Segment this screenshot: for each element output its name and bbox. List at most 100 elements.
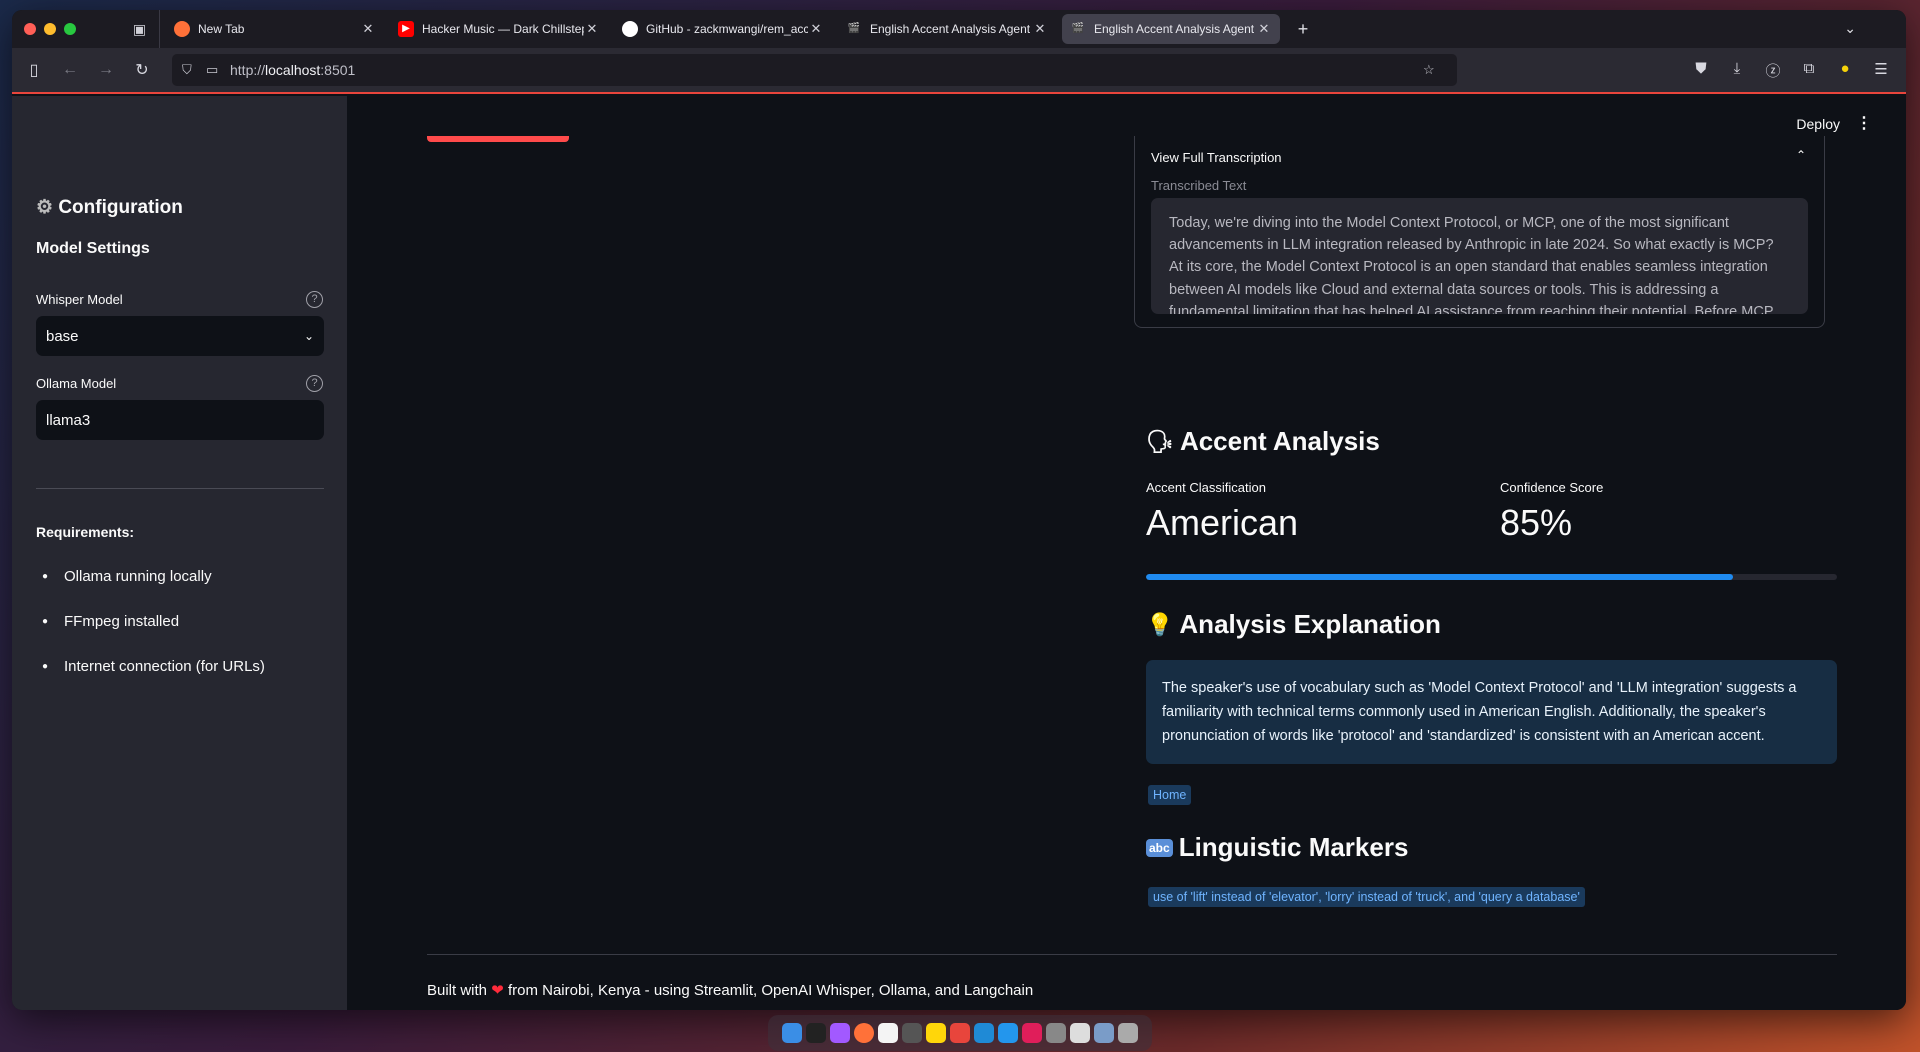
sidebar: ⚙ Configuration Model Settings Whisper M…: [12, 96, 347, 1010]
firefox-icon[interactable]: [854, 1023, 874, 1043]
footer-text: Built with ❤ from Nairobi, Kenya - using…: [427, 982, 1034, 999]
shield-icon[interactable]: ⛉: [182, 62, 206, 78]
back-icon[interactable]: ←: [52, 61, 88, 79]
sidebar-toggle-icon[interactable]: ▯: [16, 60, 52, 80]
navigation-bar: ▯ ← → ↻ ⛉ ▭ http://localhost:8501 ☆ ⛊ ⤓ …: [12, 48, 1906, 94]
requirements-list: ● Ollama running locally ● FFmpeg installe…: [36, 554, 265, 689]
transcription-expander: View Full Transcription ⌃ Transcribed Te…: [1134, 136, 1825, 328]
close-icon[interactable]: ✕: [1032, 21, 1048, 37]
extensions-icon[interactable]: ⧉: [1794, 60, 1824, 81]
speaking-head-icon: 🗣: [1146, 428, 1174, 454]
chevron-down-icon: ⌄: [303, 329, 314, 343]
app-icon[interactable]: [950, 1023, 970, 1043]
whisper-model-select[interactable]: base ⌄: [36, 316, 324, 356]
reload-icon[interactable]: ↻: [124, 60, 160, 80]
github-icon: [622, 21, 638, 37]
macos-dock: [768, 1015, 1152, 1051]
browser-window: ▣ New Tab ✕ ▶ Hacker Music — Dark Chills…: [12, 10, 1906, 1010]
app-icon[interactable]: [1094, 1023, 1114, 1043]
tab-list-icon[interactable]: ▣: [120, 10, 160, 48]
accent-classification-label: Accent Classification: [1146, 480, 1266, 495]
tab-hacker-music[interactable]: ▶ Hacker Music — Dark Chillstep P ✕: [390, 14, 608, 44]
confidence-score-label: Confidence Score: [1500, 480, 1604, 495]
finder-icon[interactable]: [782, 1023, 802, 1043]
notes-icon[interactable]: [926, 1023, 946, 1043]
download-icon[interactable]: ⤓: [1722, 60, 1752, 81]
tab-title: New Tab: [198, 22, 245, 36]
deploy-button[interactable]: Deploy: [1796, 116, 1840, 132]
close-icon[interactable]: ✕: [1256, 21, 1272, 37]
tab-new-tab[interactable]: New Tab ✕: [166, 14, 384, 44]
help-icon[interactable]: ?: [306, 375, 323, 392]
tab-title: English Accent Analysis Agent (: [870, 22, 1032, 36]
slack-icon[interactable]: [1022, 1023, 1042, 1043]
linguistic-marker-chip: use of 'lift' instead of 'elevator', 'lo…: [1148, 887, 1585, 907]
url-bar[interactable]: ⛉ ▭ http://localhost:8501 ☆: [172, 54, 1457, 86]
ollama-model-label: Ollama Model: [36, 376, 117, 391]
lightbulb-icon: 💡: [1146, 611, 1174, 637]
more-menu-icon[interactable]: ⋮: [1856, 113, 1872, 133]
streamlit-app: ⚙ Configuration Model Settings Whisper M…: [12, 96, 1906, 1010]
streamlit-icon: 🎬: [847, 23, 861, 34]
tab-accent-agent-2[interactable]: 🎬 English Accent Analysis Agent ( ✕: [1062, 14, 1280, 44]
pocket-icon[interactable]: ⛊: [1686, 60, 1716, 81]
bookmark-star-icon[interactable]: ☆: [1423, 62, 1447, 78]
accent-classification-value: American: [1146, 502, 1299, 543]
progress-fill: [1146, 574, 1734, 580]
list-item: ● Ollama running locally: [42, 568, 212, 585]
terminal-icon[interactable]: [806, 1023, 826, 1043]
tab-title: Hacker Music — Dark Chillstep P: [422, 22, 584, 36]
close-icon[interactable]: ✕: [808, 21, 824, 37]
abc-icon: abc: [1146, 838, 1173, 857]
close-icon[interactable]: ✕: [584, 21, 600, 37]
whisper-model-value: base: [46, 327, 79, 345]
divider: [36, 488, 324, 489]
list-item: ● Internet connection (for URLs): [42, 658, 265, 675]
url-text[interactable]: http://localhost:8501: [230, 62, 1423, 78]
whisper-model-label: Whisper Model: [36, 292, 123, 307]
extension-icon[interactable]: ●: [1830, 60, 1860, 81]
footer-divider: [427, 954, 1837, 955]
app-icon[interactable]: [1070, 1023, 1090, 1043]
ollama-model-input[interactable]: llama3: [36, 400, 324, 440]
transcribed-text-label: Transcribed Text: [1151, 178, 1247, 193]
close-window-button[interactable]: [24, 23, 36, 35]
chevron-down-icon[interactable]: ⌄: [1844, 20, 1856, 37]
calculator-icon[interactable]: [902, 1023, 922, 1043]
window-controls: [24, 23, 120, 35]
menu-icon[interactable]: ☰: [1866, 60, 1896, 81]
main-content: Deploy ⋮ View Full Transcription ⌃ Trans…: [347, 96, 1906, 1010]
analysis-explanation-heading: 💡 Analysis Explanation: [1146, 609, 1441, 639]
accent-analysis-heading: 🗣 Accent Analysis: [1146, 426, 1380, 456]
confidence-progress-bar: [1146, 574, 1837, 580]
toolbar-icons: ⛊ ⤓ ⓩ ⧉ ● ☰: [1686, 60, 1896, 81]
page-icon[interactable]: ▭: [206, 62, 230, 78]
account-icon[interactable]: ⓩ: [1758, 60, 1788, 81]
maximize-window-button[interactable]: [64, 23, 76, 35]
expander-title[interactable]: View Full Transcription: [1151, 150, 1282, 165]
tab-github[interactable]: GitHub - zackmwangi/rem_acce ✕: [614, 14, 832, 44]
new-tab-button[interactable]: +: [1288, 19, 1318, 40]
trash-icon[interactable]: [1118, 1023, 1138, 1043]
linguistic-markers-heading: abc Linguistic Markers: [1146, 832, 1408, 863]
tab-title: English Accent Analysis Agent (: [1094, 22, 1256, 36]
ollama-model-value: llama3: [46, 411, 91, 429]
streamlit-icon: 🎬: [1071, 23, 1085, 34]
chevron-up-icon[interactable]: ⌃: [1796, 148, 1806, 162]
vscode-icon[interactable]: [974, 1023, 994, 1043]
tab-accent-agent-1[interactable]: 🎬 English Accent Analysis Agent ( ✕: [838, 14, 1056, 44]
minimize-window-button[interactable]: [44, 23, 56, 35]
docker-icon[interactable]: [998, 1023, 1018, 1043]
search-icon[interactable]: [1046, 1023, 1066, 1043]
help-icon[interactable]: ?: [306, 291, 323, 308]
sidebar-title: ⚙ Configuration: [36, 197, 183, 218]
forward-icon[interactable]: →: [88, 61, 124, 79]
transcribed-text-area[interactable]: Today, we're diving into the Model Conte…: [1151, 198, 1808, 314]
confidence-score-value: 85%: [1500, 502, 1573, 543]
model-settings-heading: Model Settings: [36, 240, 150, 257]
figma-icon[interactable]: [830, 1023, 850, 1043]
close-icon[interactable]: ✕: [360, 21, 376, 37]
calendar-icon[interactable]: [878, 1023, 898, 1043]
youtube-icon: ▶: [398, 21, 414, 37]
firefox-icon: [174, 21, 190, 37]
